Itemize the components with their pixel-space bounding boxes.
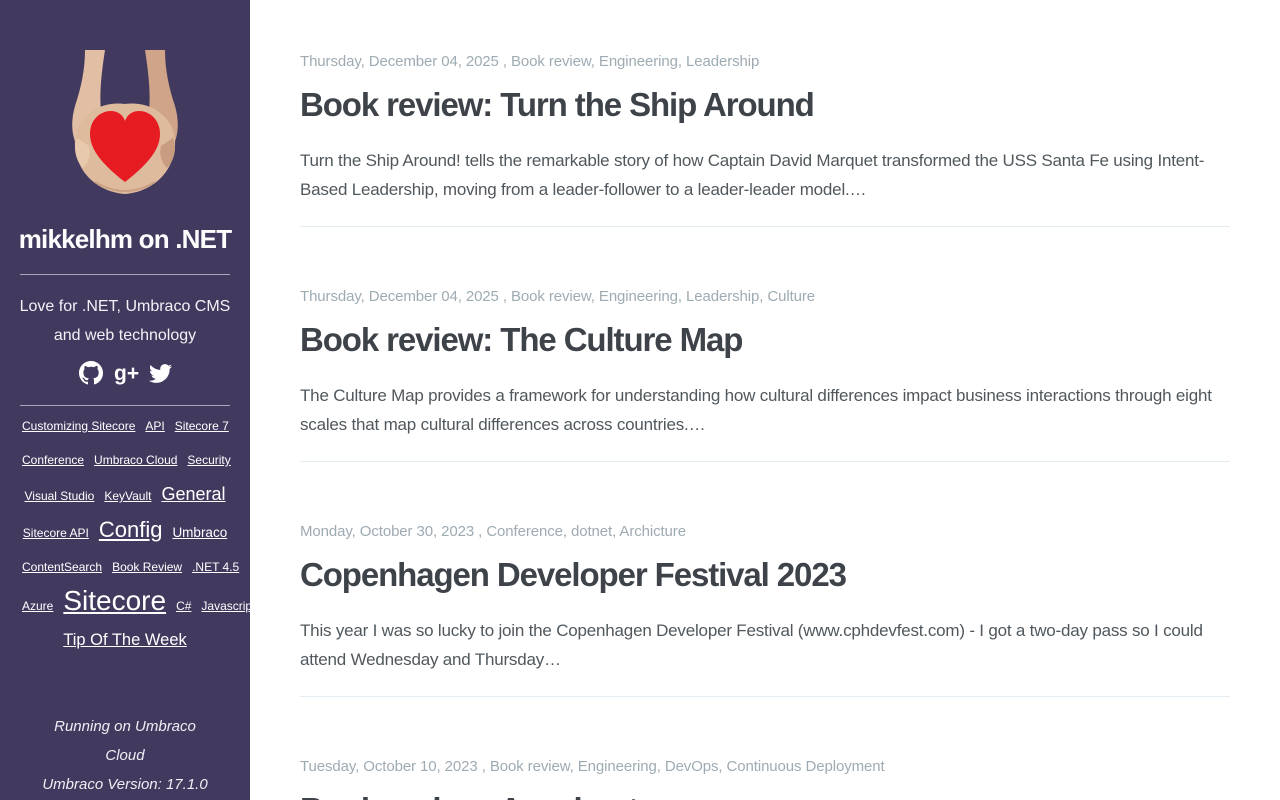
svg-text:g+: g+ <box>114 362 139 385</box>
google-plus-icon[interactable]: g+ <box>113 361 139 385</box>
meta-separator: , <box>474 523 487 540</box>
tag-cloud-row: Conference Umbraco Cloud Security <box>17 443 233 477</box>
tag-keyvault[interactable]: KeyVault <box>104 489 151 503</box>
tag-tip-of-the-week[interactable]: Tip Of The Week <box>63 631 187 649</box>
post-title-link[interactable]: Copenhagen Developer Festival 2023 <box>300 554 1230 596</box>
post-tags[interactable]: Book review, Engineering, Leadership, Cu… <box>511 288 815 305</box>
tag-sitecore-7[interactable]: Sitecore 7 <box>175 419 229 433</box>
post-excerpt: This year I was so lucky to join the Cop… <box>300 621 1203 669</box>
tag-cloud-row: Customizing Sitecore API Sitecore 7 <box>17 409 233 443</box>
meta-separator: , <box>477 758 490 775</box>
tag-book-review[interactable]: Book Review <box>112 560 182 574</box>
tag-sitecore-api[interactable]: Sitecore API <box>23 526 89 540</box>
tag-config[interactable]: Config <box>99 517 163 542</box>
tag-cloud-row: Sitecore API Config Umbraco <box>17 513 233 550</box>
running-on-line1: Running on Umbraco <box>54 718 196 735</box>
post-tags[interactable]: Conference, dotnet, Archicture <box>486 523 686 540</box>
sidebar-divider-top <box>20 274 230 275</box>
github-icon[interactable] <box>78 361 103 385</box>
site-description: Love for .NET, Umbraco CMS and web techn… <box>0 292 250 350</box>
twitter-icon[interactable] <box>148 362 172 385</box>
page: mikkelhm on .NET Love for .NET, Umbraco … <box>0 0 1280 800</box>
site-description-line1: Love for .NET, Umbraco CMS <box>19 298 231 315</box>
post-list: Thursday, December 04, 2025 , Book revie… <box>250 0 1280 800</box>
hands-holding-heart-logo[interactable] <box>55 50 195 200</box>
tag-dotnet-45[interactable]: .NET 4.5 <box>192 560 239 574</box>
post-date: Tuesday, October 10, 2023 <box>300 758 478 775</box>
tag-contentsearch[interactable]: ContentSearch <box>22 560 102 574</box>
sidebar-divider-bottom <box>20 405 230 406</box>
sidebar-footer: Running on Umbraco Cloud Umbraco Version… <box>0 712 250 799</box>
post-title-link[interactable]: Book review: The Culture Map <box>300 319 1230 361</box>
meta-separator: , <box>498 53 511 70</box>
site-title[interactable]: mikkelhm on .NET <box>0 224 250 254</box>
tag-cloud: Customizing Sitecore API Sitecore 7 Confer… <box>17 409 250 658</box>
tag-customizing-sitecore[interactable]: Customizing Sitecore <box>22 419 135 433</box>
post-tags[interactable]: Book review, Engineering, DevOps, Contin… <box>490 758 885 775</box>
post-item: Thursday, December 04, 2025 , Book revie… <box>300 52 1230 227</box>
tag-cloud-row: Tip Of The Week <box>17 623 233 658</box>
tag-visual-studio[interactable]: Visual Studio <box>24 489 94 503</box>
tag-umbraco-cloud[interactable]: Umbraco Cloud <box>94 453 177 467</box>
running-on-line2: Cloud <box>105 747 145 764</box>
tag-sitecore[interactable]: Sitecore <box>63 585 166 616</box>
post-meta: Monday, October 30, 2023 , Conference, d… <box>300 522 1230 542</box>
post-date: Monday, October 30, 2023 <box>300 523 475 540</box>
social-links: g+ <box>0 361 250 385</box>
post-date: Thursday, December 04, 2025 <box>300 288 499 305</box>
post-excerpt: The Culture Map provides a framework for… <box>300 386 1212 434</box>
tag-cloud-row: ContentSearch Book Review .NET 4.5 <box>17 550 239 584</box>
post-date: Thursday, December 04, 2025 <box>300 53 499 70</box>
post-item: Monday, October 30, 2023 , Conference, d… <box>300 522 1230 697</box>
tag-cloud-row: Azure Sitecore C# Javascript <box>17 584 250 623</box>
umbraco-version: Umbraco Version: 17.1.0 <box>42 776 208 793</box>
tag-javascript[interactable]: Javascript <box>201 599 250 613</box>
post-item: Tuesday, October 10, 2023 , Book review,… <box>300 757 1230 800</box>
tag-conference[interactable]: Conference <box>22 453 84 467</box>
tag-general[interactable]: General <box>161 484 225 504</box>
post-meta: Thursday, December 04, 2025 , Book revie… <box>300 287 1230 307</box>
post-excerpt: Turn the Ship Around! tells the remarkab… <box>300 151 1205 199</box>
post-tags[interactable]: Book review, Engineering, Leadership <box>511 53 759 70</box>
post-title-link[interactable]: Book review: Turn the Ship Around <box>300 84 1230 126</box>
meta-separator: , <box>498 288 511 305</box>
tag-security[interactable]: Security <box>187 453 230 467</box>
tag-csharp[interactable]: C# <box>176 599 191 613</box>
tag-azure[interactable]: Azure <box>22 599 53 613</box>
tag-api[interactable]: API <box>145 419 164 433</box>
post-meta: Tuesday, October 10, 2023 , Book review,… <box>300 757 1230 777</box>
site-description-line2: and web technology <box>53 327 197 344</box>
post-title-link[interactable]: Book review: Accelerate <box>300 789 1230 800</box>
post-item: Thursday, December 04, 2025 , Book revie… <box>300 287 1230 462</box>
tag-cloud-row: Visual Studio KeyVault General <box>17 477 233 513</box>
sidebar: mikkelhm on .NET Love for .NET, Umbraco … <box>0 0 250 800</box>
post-meta: Thursday, December 04, 2025 , Book revie… <box>300 52 1230 72</box>
tag-umbraco[interactable]: Umbraco <box>172 525 227 540</box>
